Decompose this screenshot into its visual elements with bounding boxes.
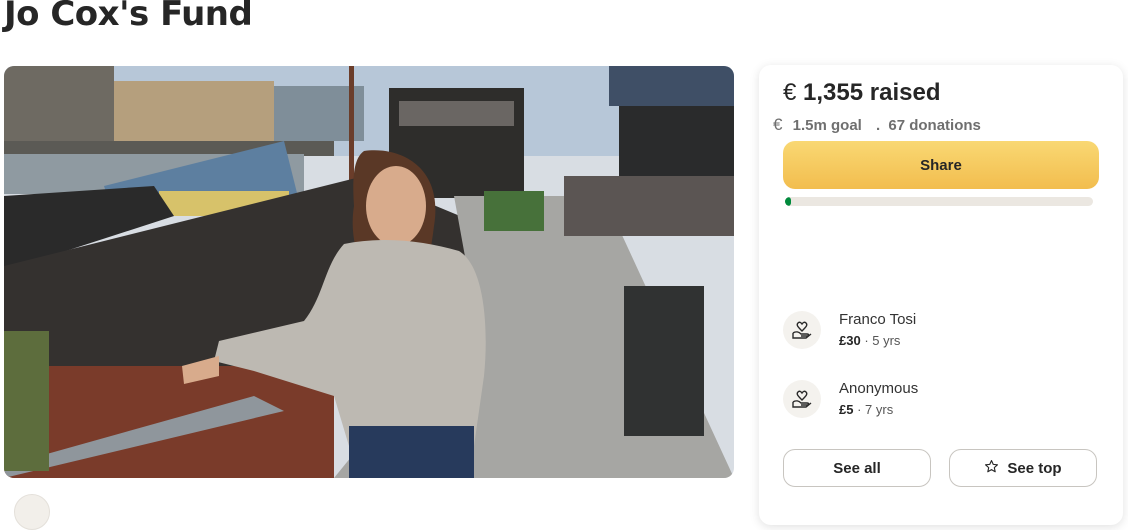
donation-meta: £30 · 5 yrs <box>839 333 901 348</box>
donation-count: 67 donations <box>888 117 981 134</box>
see-top-label: See top <box>1007 459 1062 477</box>
goal-summary: € 1.5m goal . 67 donations <box>773 115 981 135</box>
donor-name: Franco Tosi <box>839 311 917 328</box>
campaign-photo <box>4 66 734 478</box>
donor-item: Anonymous £5 · 7 yrs <box>783 380 1103 424</box>
star-icon <box>984 459 999 478</box>
organizer-avatar <box>14 494 50 530</box>
donation-time: 5 yrs <box>872 333 901 348</box>
donor-name: Anonymous <box>839 380 919 397</box>
raised-amount: 1,355 <box>803 79 864 106</box>
page-title: Jo Cox's Fund <box>4 0 253 34</box>
separator-dot: . <box>876 117 881 134</box>
donor-item: Franco Tosi £30 · 5 yrs <box>783 311 1103 355</box>
goal-amount: 1.5m goal <box>792 117 862 134</box>
donation-time: 7 yrs <box>865 402 894 417</box>
progress-fill <box>785 197 792 206</box>
see-all-button[interactable]: See all <box>783 449 931 487</box>
currency-symbol: € <box>783 79 797 106</box>
donation-amount: £5 <box>839 402 854 417</box>
share-button[interactable]: Share <box>783 141 1099 189</box>
heart-hand-icon <box>783 380 821 418</box>
raised-label: raised <box>869 79 941 106</box>
donation-meta: £5 · 7 yrs <box>839 402 894 417</box>
heart-hand-icon <box>783 311 821 349</box>
donation-amount: £30 <box>839 333 861 348</box>
goal-currency-symbol: € <box>773 115 783 134</box>
progress-bar <box>785 197 1093 206</box>
see-top-button[interactable]: See top <box>949 449 1097 487</box>
donation-card: € 1,355 raised € 1.5m goal . 67 donation… <box>759 65 1123 525</box>
amount-raised: € 1,355 raised <box>783 79 940 107</box>
see-all-label: See all <box>833 459 881 477</box>
